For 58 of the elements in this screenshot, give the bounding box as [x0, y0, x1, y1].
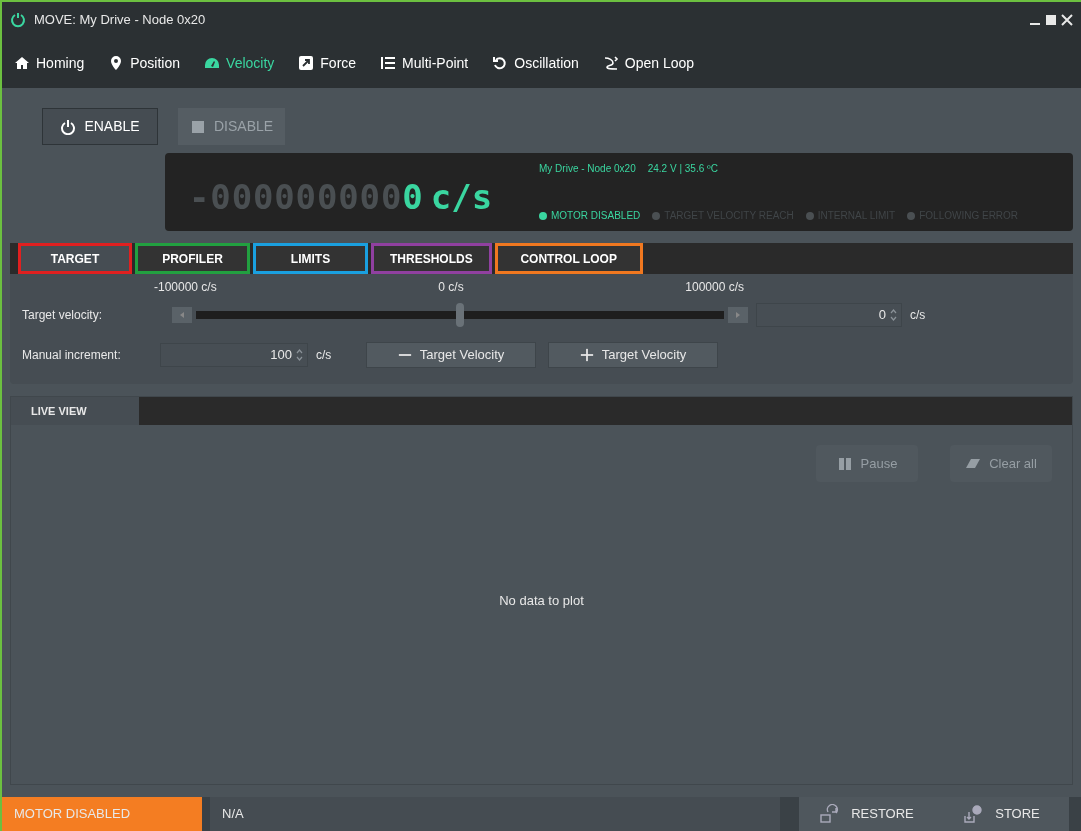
drive-info: My Drive - Node 0x20 — [539, 162, 636, 176]
section-tab[interactable]: LIMITS — [253, 243, 368, 274]
slider-thumb[interactable] — [456, 303, 464, 327]
unit-label: c/s — [316, 347, 333, 364]
home-icon — [14, 55, 30, 71]
nav-tab[interactable]: Position — [108, 52, 181, 74]
loop-icon — [602, 55, 619, 71]
target-velocity-label: Target velocity: — [22, 307, 104, 324]
manual-increment-field[interactable]: 100 — [160, 343, 308, 367]
slider-max-label: 100000 c/s — [685, 279, 744, 296]
close-icon[interactable] — [1061, 14, 1073, 26]
spinner-arrows-icon[interactable] — [890, 308, 897, 322]
nav-tab[interactable]: Oscillation — [492, 52, 579, 74]
right-arrow-icon — [734, 311, 742, 319]
maximize-icon[interactable] — [1045, 14, 1057, 26]
nav-tab[interactable]: Homing — [14, 52, 85, 74]
power-button[interactable]: ENABLE — [42, 108, 158, 145]
left-arrow-icon — [178, 311, 186, 319]
nav-tab[interactable]: Force — [298, 52, 357, 74]
pause-icon — [836, 455, 853, 472]
nav-tab[interactable]: Velocity — [204, 52, 275, 74]
status-bar-button[interactable]: STORE — [934, 797, 1069, 831]
motor-state-label: MOTOR DISABLED — [2, 797, 202, 831]
slider-right-button[interactable] — [728, 307, 748, 323]
plus-icon — [579, 348, 594, 362]
list-icon — [380, 55, 397, 71]
spinner-arrows-icon[interactable] — [296, 348, 303, 362]
unit-label: c/s — [910, 307, 926, 324]
stop-icon — [190, 118, 206, 135]
store-icon — [963, 804, 984, 824]
slider-min-label: -100000 c/s — [154, 279, 217, 296]
nav-tab[interactable]: Open Loop — [602, 52, 695, 74]
gauge-icon — [204, 55, 221, 71]
power-icon — [60, 118, 77, 135]
window-title: MOVE: My Drive - Node 0x20 — [34, 11, 206, 30]
target-velocity-field[interactable]: 0 — [756, 303, 902, 327]
status-message: N/A — [210, 797, 780, 831]
readout-unit: c/s — [430, 176, 493, 219]
supply-info: 24.2 V | 35.6 ºC — [647, 162, 718, 176]
section-tab[interactable]: PROFILER — [135, 243, 250, 274]
section-tab[interactable]: THRESHOLDS — [371, 243, 492, 274]
manual-increment-label: Manual increment: — [22, 347, 122, 364]
nav-tab[interactable]: Multi-Point — [380, 52, 469, 74]
readout-value: 0 — [402, 176, 423, 219]
status-label: MOTOR DISABLED — [551, 209, 641, 223]
undo-icon — [492, 55, 509, 71]
status-bar-button[interactable]: RESTORE — [799, 797, 934, 831]
section-tab[interactable]: CONTROL LOOP — [494, 243, 643, 274]
slider-left-button[interactable] — [172, 307, 192, 323]
live-view-tab[interactable]: LIVE VIEW — [11, 397, 139, 425]
restore-icon — [819, 804, 840, 824]
velocity-step-button[interactable]: Target Velocity — [548, 342, 718, 368]
velocity-slider[interactable] — [196, 303, 724, 327]
velocity-step-button[interactable]: Target Velocity — [366, 342, 536, 368]
slider-mid-label: 0 c/s — [438, 279, 464, 296]
empty-plot-message: No data to plot — [499, 592, 584, 611]
app-logo-icon — [10, 12, 26, 28]
section-tab[interactable]: TARGET — [18, 243, 132, 274]
